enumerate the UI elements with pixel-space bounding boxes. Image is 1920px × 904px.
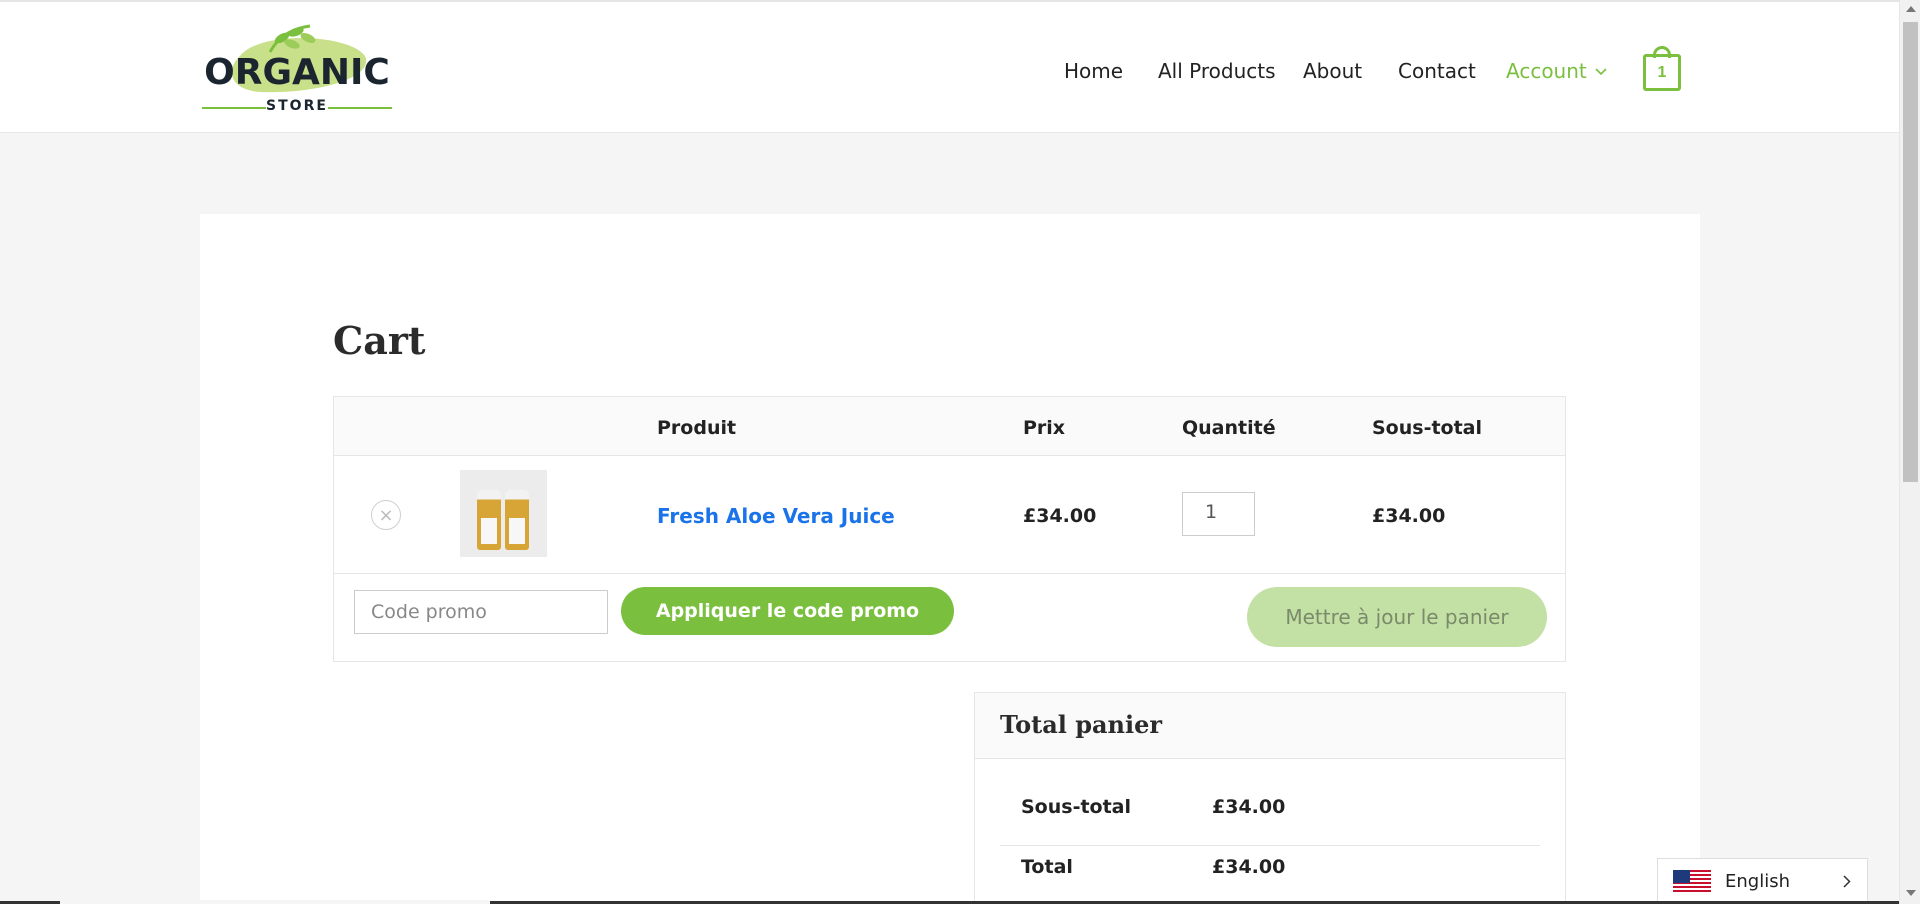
cart-totals-title: Total panier xyxy=(1000,710,1163,739)
remove-item-button[interactable]: × xyxy=(371,500,401,530)
totals-total-label: Total xyxy=(1021,856,1073,878)
nav-home[interactable]: Home xyxy=(1064,59,1123,83)
nav-all-products[interactable]: All Products xyxy=(1158,59,1276,83)
header-subtotal: Sous-total xyxy=(1372,417,1483,439)
quantity-input[interactable]: 1 xyxy=(1182,492,1255,536)
scroll-down-arrow-icon[interactable] xyxy=(1906,890,1916,896)
logo-text-store: STORE xyxy=(266,98,328,112)
window-bottom-gap xyxy=(60,900,490,904)
totals-subtotal-label: Sous-total xyxy=(1021,796,1132,818)
language-switcher[interactable]: English xyxy=(1657,858,1868,904)
product-subtotal: £34.00 xyxy=(1372,505,1446,527)
totals-subtotal-value: £34.00 xyxy=(1212,796,1286,818)
nav-about[interactable]: About xyxy=(1303,59,1362,83)
bottle-icon xyxy=(505,490,529,550)
product-name-link[interactable]: Fresh Aloe Vera Juice xyxy=(657,504,895,528)
apply-promo-button[interactable]: Appliquer le code promo xyxy=(621,587,954,635)
close-icon: × xyxy=(378,504,394,526)
logo-text-organic: ORGANIC xyxy=(204,52,390,93)
cart-totals: Total panier Sous-total £34.00 Total £34… xyxy=(974,692,1566,904)
product-thumbnail[interactable] xyxy=(460,470,547,557)
site-header: ORGANIC STORE Home All Products About Co… xyxy=(0,0,1899,133)
totals-total-value: £34.00 xyxy=(1212,856,1286,878)
totals-row-subtotal: Sous-total £34.00 xyxy=(1000,788,1540,846)
chevron-down-icon xyxy=(1595,68,1607,76)
organic-store-logo[interactable]: ORGANIC STORE xyxy=(200,22,394,114)
table-row: × Fresh Aloe Vera Juice £34.00 1 £34.00 xyxy=(334,456,1565,574)
header-product: Produit xyxy=(657,417,737,439)
cart-count-badge: 1 xyxy=(1643,54,1681,91)
scroll-up-arrow-icon[interactable] xyxy=(1906,6,1916,12)
page-title: Cart xyxy=(333,318,426,363)
us-flag-icon xyxy=(1673,869,1711,894)
nav-account-label: Account xyxy=(1506,59,1587,83)
cart-totals-header: Total panier xyxy=(975,693,1565,759)
page-scrollbar[interactable] xyxy=(1899,0,1920,904)
cart-table-header: Produit Prix Quantité Sous-total xyxy=(334,397,1565,456)
nav-account[interactable]: Account xyxy=(1506,59,1607,83)
language-label: English xyxy=(1725,871,1790,892)
header-quantity: Quantité xyxy=(1182,417,1276,439)
update-cart-button[interactable]: Mettre à jour le panier xyxy=(1247,587,1547,647)
product-price: £34.00 xyxy=(1023,505,1097,527)
scrollbar-thumb[interactable] xyxy=(1903,22,1918,482)
header-price: Prix xyxy=(1023,417,1066,439)
logo-graphic: ORGANIC STORE xyxy=(202,24,392,114)
promo-code-input[interactable]: Code promo xyxy=(354,590,608,634)
cart-button[interactable]: 1 xyxy=(1643,46,1681,92)
cart-table: Produit Prix Quantité Sous-total × Fresh… xyxy=(333,396,1566,662)
totals-row-total: Total £34.00 xyxy=(1000,848,1540,904)
bottle-icon xyxy=(477,490,501,550)
chevron-right-icon xyxy=(1843,875,1851,888)
nav-contact[interactable]: Contact xyxy=(1398,59,1476,83)
